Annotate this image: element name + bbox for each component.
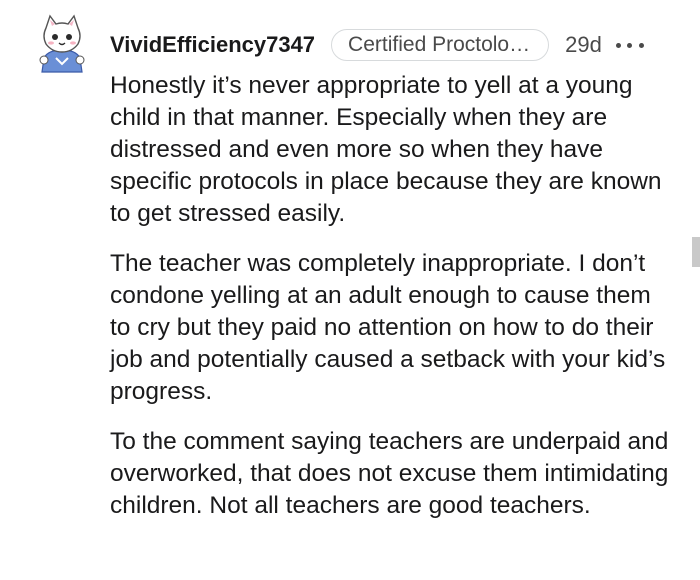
cat-avatar-icon[interactable] (36, 14, 88, 74)
comment-body: Honestly it’s never appropriate to yell … (110, 70, 675, 540)
username-link[interactable]: VividEfficiency7347 (110, 32, 315, 58)
comment-paragraph: To the comment saying teachers are under… (110, 428, 669, 519)
comment-header: VividEfficiency7347 Certified Proctolo… … (110, 28, 644, 62)
scrollbar-thumb[interactable] (692, 237, 700, 267)
more-dot (638, 42, 644, 48)
comment: VividEfficiency7347 Certified Proctolo… … (0, 0, 700, 580)
more-dot (615, 42, 621, 48)
more-dot (627, 42, 633, 48)
comment-paragraph: The teacher was completely inappropriate… (110, 250, 666, 405)
more-options-icon[interactable] (615, 35, 644, 55)
comment-timestamp[interactable]: 29d (565, 32, 602, 58)
comment-paragraph: Honestly it’s never appropriate to yell … (110, 72, 662, 227)
user-flair: Certified Proctolo… (331, 29, 550, 61)
